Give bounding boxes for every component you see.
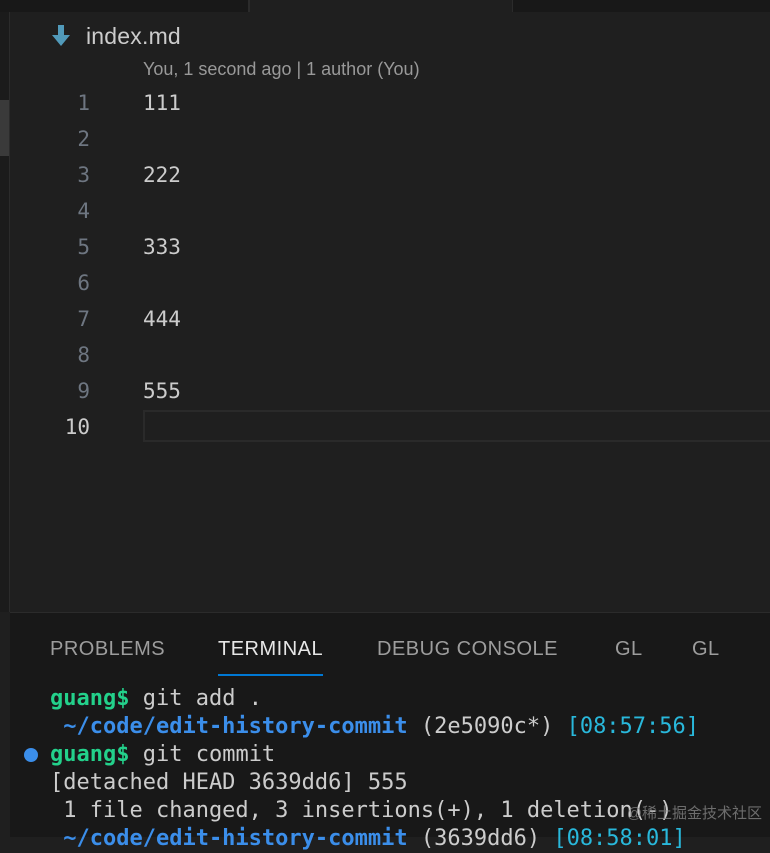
terminal-prompt: guang$ — [50, 742, 130, 767]
tab-label: GL — [692, 638, 720, 660]
terminal-path: ~/code/edit-history-commit — [50, 826, 408, 851]
watermark: @稀土掘金技术社区 — [626, 805, 762, 822]
line-text: 444 — [143, 307, 181, 331]
tab-gl[interactable]: GL — [615, 638, 643, 661]
command-decoration-icon[interactable] — [24, 748, 38, 762]
bottom-panel: PROBLEMS TERMINAL DEBUG CONSOLE GL GL guang$… — [10, 612, 770, 851]
terminal-line: [detached HEAD 3639dd6] 555 — [50, 769, 408, 797]
line-text: 555 — [143, 379, 181, 403]
terminal-prompt: guang$ — [50, 686, 130, 711]
line-number: 6 — [77, 271, 90, 295]
file-name[interactable]: index.md — [86, 23, 181, 50]
line-text: 222 — [143, 163, 181, 187]
line-text: 111 — [143, 91, 181, 115]
terminal-line: ~/code/edit-history-commit (2e5090c*) [0… — [50, 713, 699, 741]
activity-indicator — [0, 100, 9, 156]
tab-debug-console[interactable]: DEBUG CONSOLE — [377, 638, 558, 661]
code-line[interactable]: 4 — [10, 193, 770, 229]
terminal-path: ~/code/edit-history-commit — [50, 714, 408, 739]
line-number: 9 — [77, 379, 90, 403]
line-number: 4 — [77, 199, 90, 223]
terminal-command: git commit — [129, 742, 276, 767]
line-number: 5 — [77, 235, 90, 259]
panel-tabs: PROBLEMS TERMINAL DEBUG CONSOLE GL GL — [10, 613, 770, 677]
current-line-highlight — [143, 410, 770, 442]
terminal-line: guang$ git add . — [50, 685, 262, 713]
editor-tab-strip — [0, 0, 770, 12]
tab-label: GL — [615, 638, 643, 660]
line-number: 7 — [77, 307, 90, 331]
line-text: 333 — [143, 235, 181, 259]
line-number: 2 — [77, 127, 90, 151]
code-line[interactable]: 9 555 — [10, 373, 770, 409]
terminal-time: [08:58:01] — [540, 826, 686, 851]
terminal-command: git add . — [129, 686, 262, 711]
code-line[interactable]: 2 — [10, 121, 770, 157]
git-blame-codelens[interactable]: You, 1 second ago | 1 author (You) — [143, 59, 420, 80]
code-line[interactable]: 10 — [10, 409, 770, 445]
terminal-line: guang$ git commit — [50, 741, 275, 769]
markdown-download-icon — [50, 23, 72, 49]
line-number: 1 — [77, 91, 90, 115]
terminal-branch: (3639dd6) — [407, 826, 541, 851]
tab-problems[interactable]: PROBLEMS — [50, 638, 165, 661]
code-line[interactable]: 1 111 — [10, 85, 770, 121]
line-number: 3 — [77, 163, 90, 187]
terminal-line: 1 file changed, 3 insertions(+), 1 delet… — [50, 797, 673, 825]
tab-label: DEBUG CONSOLE — [377, 638, 558, 660]
line-number: 10 — [64, 415, 90, 439]
tab-slot[interactable] — [0, 0, 249, 12]
tab-terminal[interactable]: TERMINAL — [218, 638, 324, 676]
terminal-branch: (2e5090c*) — [407, 714, 554, 739]
terminal-output-text: [detached HEAD 3639dd6] 555 — [50, 770, 408, 795]
code-line[interactable]: 6 — [10, 265, 770, 301]
breadcrumb: index.md — [50, 20, 181, 52]
active-tab-indicator — [218, 674, 324, 676]
terminal-line: ~/code/edit-history-commit (3639dd6) [08… — [50, 825, 686, 853]
code-line[interactable]: 5 333 — [10, 229, 770, 265]
code-line[interactable]: 3 222 — [10, 157, 770, 193]
tab-active[interactable] — [249, 0, 513, 12]
terminal-output-text: 1 file changed, 3 insertions(+), 1 delet… — [50, 798, 673, 823]
tab-label: TERMINAL — [218, 638, 324, 660]
tab-label: PROBLEMS — [50, 638, 166, 660]
line-number: 8 — [77, 343, 90, 367]
code-line[interactable]: 8 — [10, 337, 770, 373]
editor-area[interactable]: index.md You, 1 second ago | 1 author (Y… — [10, 12, 770, 612]
code-line[interactable]: 7 444 — [10, 301, 770, 337]
terminal-time: [08:57:56] — [553, 714, 700, 739]
activity-edge — [0, 12, 10, 612]
tab-gl[interactable]: GL — [692, 638, 720, 661]
